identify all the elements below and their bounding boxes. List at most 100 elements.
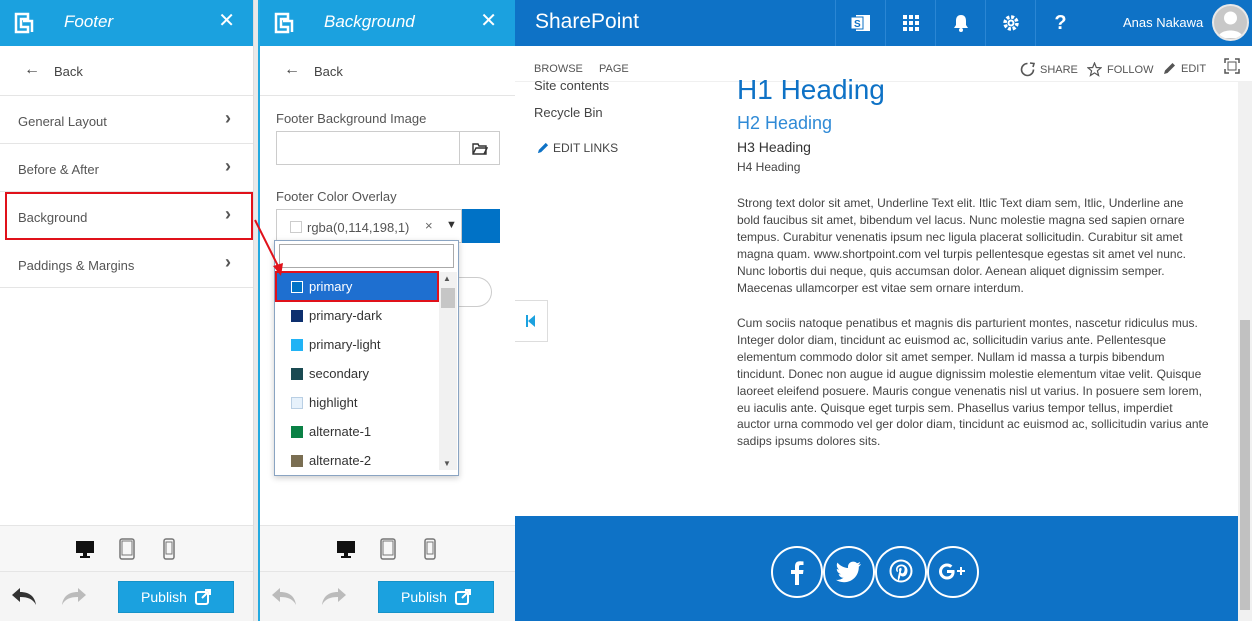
close-icon[interactable]: ✕ <box>218 11 235 31</box>
color-preview-swatch[interactable] <box>462 209 500 243</box>
quick-link-recycle-bin[interactable]: Recycle Bin <box>534 105 603 120</box>
dropdown-option-label: primary-dark <box>309 308 382 323</box>
tablet-icon[interactable] <box>377 537 399 560</box>
avatar[interactable] <box>1212 4 1249 41</box>
dropdown-option-secondary[interactable]: secondary <box>276 359 438 388</box>
tab-browse[interactable]: BROWSE <box>534 63 583 75</box>
pencil-icon <box>1164 63 1175 74</box>
chevron-right-icon: › <box>225 108 231 128</box>
clear-icon[interactable]: × <box>425 218 433 233</box>
menu-item-label: Paddings & Margins <box>18 258 135 273</box>
dropdown-option-label: alternate-1 <box>309 424 372 439</box>
body-paragraph-2: Cum sociis natoque penatibus et magnis d… <box>737 316 1209 449</box>
brand-title[interactable]: SharePoint <box>535 10 639 34</box>
annotation-arrow-icon <box>254 219 283 276</box>
panel-header: Footer ✕ <box>0 0 253 46</box>
star-icon <box>1087 62 1102 77</box>
twitter-icon[interactable] <box>823 546 875 598</box>
edit-button[interactable]: EDIT <box>1163 62 1206 75</box>
device-preview-bar <box>0 525 253 571</box>
color-swatch <box>291 368 303 380</box>
bg-image-input[interactable] <box>276 131 460 165</box>
publish-label: Publish <box>141 589 187 605</box>
edit-links-label: EDIT LINKS <box>553 141 619 155</box>
color-overlay-value: rgba(0,114,198,1) <box>307 220 410 235</box>
color-overlay-label: Footer Color Overlay <box>276 189 397 204</box>
dropdown-option-highlight[interactable]: highlight <box>276 388 438 417</box>
dropdown-option-alternate-1[interactable]: alternate-1 <box>276 417 438 446</box>
dropdown-scrollbar[interactable]: ▲ ▼ <box>439 272 457 470</box>
back-button[interactable]: ← Back <box>260 46 515 96</box>
tab-page[interactable]: PAGE <box>599 63 629 75</box>
browse-button[interactable] <box>460 131 500 165</box>
menu-item-before-after[interactable]: Before & After › <box>0 144 253 192</box>
menu-item-label: General Layout <box>18 114 107 129</box>
mobile-icon[interactable] <box>158 537 180 560</box>
scroll-down-icon[interactable]: ▼ <box>443 459 451 468</box>
undo-icon[interactable] <box>10 584 38 608</box>
quick-link-site-contents[interactable]: Site contents <box>534 78 609 93</box>
share-button[interactable]: SHARE <box>1020 62 1078 77</box>
dropdown-option-primary-light[interactable]: primary-light <box>276 330 438 359</box>
color-swatch <box>291 281 303 293</box>
dropdown-option-alternate-2[interactable]: alternate-2 <box>276 446 438 475</box>
device-preview-bar <box>260 525 515 571</box>
scroll-thumb[interactable] <box>441 288 455 308</box>
chevron-right-icon: › <box>225 204 231 224</box>
menu-item-background[interactable]: Background › <box>5 192 253 240</box>
back-label: Back <box>314 64 343 79</box>
dropdown-option-primary[interactable]: primary <box>275 271 439 302</box>
tablet-icon[interactable] <box>116 537 138 560</box>
redo-icon[interactable] <box>320 584 348 608</box>
heading-h4: H4 Heading <box>737 160 801 174</box>
dropdown-option-label: alternate-2 <box>309 453 372 468</box>
collapse-panel-button[interactable] <box>515 300 548 342</box>
redo-icon[interactable] <box>60 584 88 608</box>
edit-links-button[interactable]: EDIT LINKS <box>537 141 618 155</box>
sharepoint-app-icon[interactable]: S <box>835 0 885 46</box>
page-scrollbar[interactable] <box>1238 82 1252 621</box>
chevron-right-icon: › <box>225 252 231 272</box>
dropdown-option-primary-dark[interactable]: primary-dark <box>276 301 438 330</box>
back-arrow-icon: ← <box>24 61 40 78</box>
svg-text:S: S <box>854 19 861 30</box>
undo-icon[interactable] <box>270 584 298 608</box>
publish-button[interactable]: Publish <box>118 581 234 613</box>
color-swatch <box>291 397 303 409</box>
color-dropdown: primary primary-dark primary-light secondar… <box>274 240 459 476</box>
dropdown-option-label: primary <box>309 279 353 294</box>
desktop-icon[interactable] <box>74 538 96 560</box>
pinterest-icon[interactable] <box>875 546 927 598</box>
close-icon[interactable]: ✕ <box>480 11 497 31</box>
facebook-icon[interactable] <box>771 546 823 598</box>
follow-button[interactable]: FOLLOW <box>1087 62 1153 77</box>
suite-bar: SharePoint S ? Anas Nakawa <box>515 0 1252 46</box>
bell-icon[interactable] <box>935 0 985 46</box>
sharepoint-page: SharePoint S ? Anas Nakawa BROWSE PAGE S… <box>515 0 1252 621</box>
desktop-icon[interactable] <box>335 538 357 560</box>
share-label: SHARE <box>1040 63 1078 76</box>
scroll-thumb[interactable] <box>1240 320 1250 610</box>
toggle-switch[interactable] <box>454 277 492 307</box>
focus-mode-icon[interactable] <box>1224 58 1240 74</box>
heading-h3: H3 Heading <box>737 139 811 155</box>
publish-button[interactable]: Publish <box>378 581 494 613</box>
menu-item-paddings-margins[interactable]: Paddings & Margins › <box>0 240 253 288</box>
dropdown-search-input[interactable] <box>279 244 454 268</box>
mobile-icon[interactable] <box>419 537 441 560</box>
gear-icon[interactable] <box>985 0 1035 46</box>
color-swatch <box>291 455 303 467</box>
collapse-left-icon <box>526 315 535 327</box>
color-swatch <box>291 339 303 351</box>
user-name[interactable]: Anas Nakawa <box>1123 15 1203 30</box>
app-launcher-icon[interactable] <box>885 0 935 46</box>
menu-item-general-layout[interactable]: General Layout › <box>0 96 253 144</box>
action-bar: Publish <box>260 571 515 621</box>
panel-title: Background <box>324 12 415 31</box>
action-bar: Publish <box>0 571 253 621</box>
google-plus-icon[interactable] <box>927 546 979 598</box>
help-icon[interactable]: ? <box>1035 0 1085 46</box>
back-button[interactable]: ← Back <box>0 46 253 96</box>
color-overlay-select[interactable]: rgba(0,114,198,1) × ▼ <box>276 209 462 243</box>
scroll-up-icon[interactable]: ▲ <box>443 274 451 283</box>
